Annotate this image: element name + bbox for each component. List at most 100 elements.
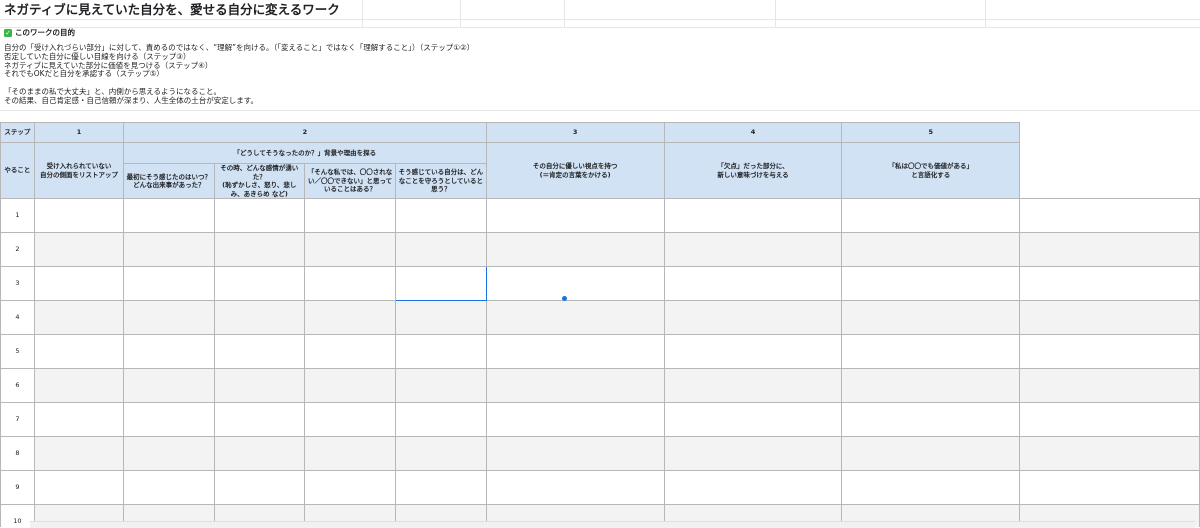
task-step-1[interactable]: 受け入れられていない 自分の側面をリストアップ xyxy=(33,142,125,199)
grid-cell[interactable] xyxy=(303,266,397,301)
task-step-5[interactable]: 「私は〇〇でも価値がある」 と言語化する xyxy=(841,142,1021,199)
task-step-2c[interactable]: 「そんな私では、〇〇されない／〇〇できない」と思っていることはある？ xyxy=(303,163,397,199)
row-number[interactable]: 9 xyxy=(0,470,35,505)
grid-cell[interactable] xyxy=(485,368,665,403)
grid-cell[interactable] xyxy=(123,198,215,233)
grid-cell[interactable] xyxy=(395,402,487,437)
grid-cell[interactable] xyxy=(485,334,665,369)
grid-cell[interactable] xyxy=(485,198,665,233)
grid-cell[interactable] xyxy=(841,334,1021,369)
grid-cell[interactable] xyxy=(213,266,305,301)
grid-cell[interactable] xyxy=(485,470,665,505)
grid-cell[interactable] xyxy=(485,402,665,437)
grid-cell[interactable] xyxy=(303,334,397,369)
grid-cell[interactable] xyxy=(1019,470,1200,505)
task-step-3[interactable]: その自分に優しい視点を持つ (＝肯定の言葉をかける) xyxy=(485,142,665,199)
todo-label-cell[interactable]: やること xyxy=(0,142,35,199)
step-4-header[interactable]: 4 xyxy=(663,122,843,143)
grid-cell[interactable] xyxy=(663,334,843,369)
grid-cell[interactable] xyxy=(123,334,215,369)
step-5-header[interactable]: 5 xyxy=(841,122,1021,143)
row-number[interactable]: 8 xyxy=(0,436,35,471)
task-step-2d[interactable]: そう感じている自分は、どんなことを守ろうとしていると思う？ xyxy=(395,163,487,199)
grid-cell[interactable] xyxy=(1019,436,1200,471)
grid-cell[interactable] xyxy=(395,368,487,403)
grid-cell[interactable] xyxy=(1019,198,1200,233)
grid-cell[interactable] xyxy=(303,198,397,233)
grid-cell[interactable] xyxy=(395,232,487,267)
grid-cell[interactable] xyxy=(841,470,1021,505)
row-number[interactable]: 6 xyxy=(0,368,35,403)
selected-cell[interactable] xyxy=(395,266,487,301)
grid-cell[interactable] xyxy=(123,436,215,471)
row-number[interactable]: 3 xyxy=(0,266,35,301)
grid-cell[interactable] xyxy=(663,198,843,233)
grid-cell[interactable] xyxy=(841,368,1021,403)
grid-cell[interactable] xyxy=(303,436,397,471)
row-number[interactable]: 2 xyxy=(0,232,35,267)
grid-cell[interactable] xyxy=(33,470,125,505)
grid-cell[interactable] xyxy=(1019,266,1200,301)
grid-cell[interactable] xyxy=(841,232,1021,267)
step-1-header[interactable]: 1 xyxy=(33,122,125,143)
grid-cell[interactable] xyxy=(395,470,487,505)
row-number[interactable]: 7 xyxy=(0,402,35,437)
grid-cell[interactable] xyxy=(123,368,215,403)
grid-cell[interactable] xyxy=(485,232,665,267)
grid-cell[interactable] xyxy=(303,470,397,505)
grid-cell[interactable] xyxy=(1019,300,1200,335)
grid-cell[interactable] xyxy=(1019,334,1200,369)
grid-cell[interactable] xyxy=(1019,402,1200,437)
task-step-2a[interactable]: 最初にそう感じたのはいつ？ どんな出来事があった？ xyxy=(123,163,215,199)
grid-cell[interactable] xyxy=(213,232,305,267)
grid-cell[interactable] xyxy=(303,232,397,267)
row-number[interactable]: 4 xyxy=(0,300,35,335)
grid-cell[interactable] xyxy=(213,470,305,505)
grid-cell[interactable] xyxy=(213,334,305,369)
grid-cell[interactable] xyxy=(123,232,215,267)
grid-cell[interactable] xyxy=(663,266,843,301)
grid-cell[interactable] xyxy=(1019,232,1200,267)
step-2-group-header[interactable]: 「どうしてそうなったのか？」背景や理由を探る xyxy=(123,142,487,164)
step-2-header[interactable]: 2 xyxy=(123,122,487,143)
grid-cell[interactable] xyxy=(213,402,305,437)
grid-cell[interactable] xyxy=(663,300,843,335)
grid-cell[interactable] xyxy=(663,402,843,437)
step-3-header[interactable]: 3 xyxy=(485,122,665,143)
grid-cell[interactable] xyxy=(33,300,125,335)
grid-cell[interactable] xyxy=(1019,368,1200,403)
grid-cell[interactable] xyxy=(841,300,1021,335)
page-title[interactable]: ネガティブに見えていた自分を、愛せる自分に変えるワーク xyxy=(4,1,344,19)
grid-cell[interactable] xyxy=(33,334,125,369)
worksheet-grid[interactable]: ステップ 1 2 3 4 5 やること 受け入れられていない 自分の側面をリスト… xyxy=(0,122,1200,527)
task-step-2b[interactable]: その時、どんな感情が湧いた？ (恥ずかしさ、怒り、悲しみ、あきらめ など) xyxy=(213,163,305,199)
grid-cell[interactable] xyxy=(33,436,125,471)
grid-cell[interactable] xyxy=(33,266,125,301)
grid-cell[interactable] xyxy=(33,368,125,403)
grid-cell[interactable] xyxy=(213,300,305,335)
grid-cell[interactable] xyxy=(485,436,665,471)
grid-cell[interactable] xyxy=(123,266,215,301)
grid-cell[interactable] xyxy=(33,402,125,437)
grid-cell[interactable] xyxy=(213,198,305,233)
grid-cell[interactable] xyxy=(841,266,1021,301)
grid-cell[interactable] xyxy=(123,300,215,335)
grid-cell[interactable] xyxy=(841,198,1021,233)
grid-cell[interactable] xyxy=(663,436,843,471)
grid-cell[interactable] xyxy=(303,300,397,335)
grid-cell[interactable] xyxy=(841,436,1021,471)
purpose-section[interactable]: ✓ このワークの目的 自分の「受け入れづらい部分」に対して、責めるのではなく、“… xyxy=(4,28,474,106)
row-number[interactable]: 1 xyxy=(0,198,35,233)
selection-fill-handle[interactable] xyxy=(562,296,567,301)
grid-cell[interactable] xyxy=(485,266,665,301)
grid-cell[interactable] xyxy=(33,232,125,267)
task-step-4[interactable]: 「欠点」だった部分に、 新しい意味づけを与える xyxy=(663,142,843,199)
grid-cell[interactable] xyxy=(395,198,487,233)
row-number[interactable]: 5 xyxy=(0,334,35,369)
grid-cell[interactable] xyxy=(663,232,843,267)
grid-cell[interactable] xyxy=(213,368,305,403)
grid-cell[interactable] xyxy=(485,300,665,335)
grid-cell[interactable] xyxy=(33,198,125,233)
step-label-cell[interactable]: ステップ xyxy=(0,122,35,143)
grid-cell[interactable] xyxy=(841,402,1021,437)
